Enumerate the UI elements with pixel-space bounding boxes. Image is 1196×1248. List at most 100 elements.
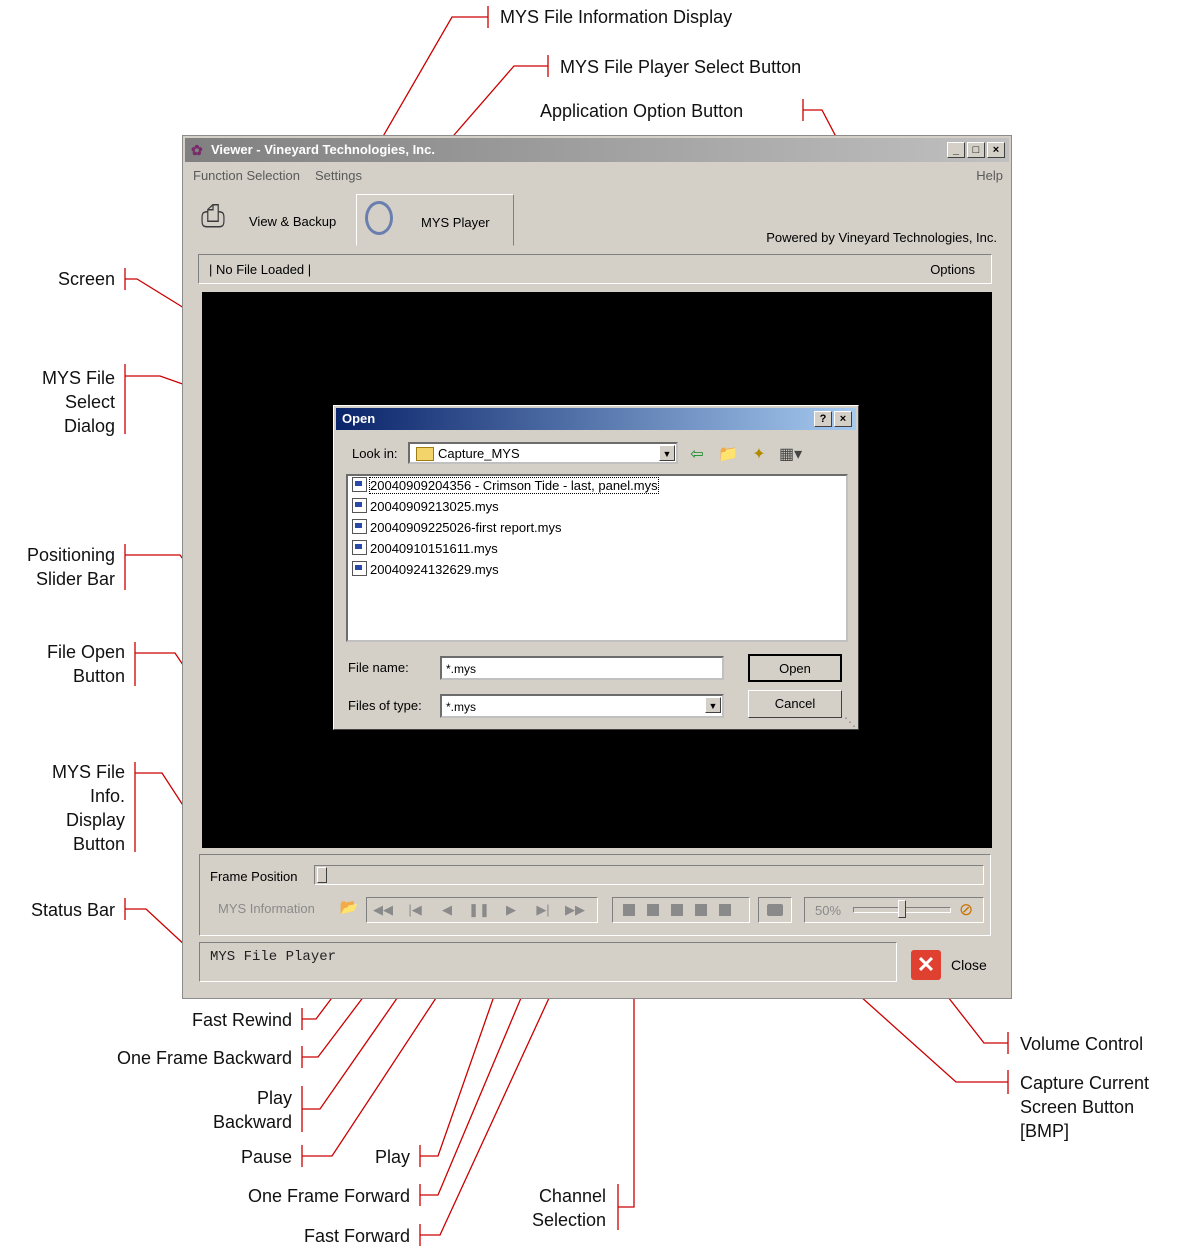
dialog-help-button[interactable]: ? [814, 411, 832, 427]
annotation-capture-line3: [BMP] [1020, 1121, 1070, 1141]
close-button[interactable]: ✕ [911, 950, 941, 980]
back-arrow-icon[interactable]: ⇦ [686, 444, 708, 464]
printer-icon: ⎙ [201, 200, 225, 233]
one-frame-forward-button[interactable]: ▶| [527, 899, 559, 921]
channel-3-button[interactable] [671, 904, 683, 916]
dialog-close-button[interactable]: × [834, 411, 852, 427]
playback-controls: ◀◀ |◀ ◀ ❚❚ ▶ ▶| ▶▶ [366, 897, 598, 923]
capture-button[interactable] [758, 897, 792, 923]
menu-settings[interactable]: Settings [315, 168, 362, 183]
annotation-channel-line2: Selection [531, 1210, 606, 1230]
play-backward-icon: ◀ [442, 902, 452, 917]
annotation-dialog: MYS File Select Dialog [20, 366, 115, 438]
menu-help[interactable]: Help [976, 168, 1003, 183]
look-in-combo[interactable]: Capture_MYS ▼ [408, 442, 678, 464]
tab-view-backup[interactable]: ⎙ View & Backup [197, 196, 357, 244]
view-menu-icon[interactable]: ▦▾ [779, 444, 802, 464]
list-item[interactable]: 20040910151611.mys [352, 539, 498, 559]
file-open-button[interactable]: 📂 [338, 897, 360, 919]
disc-icon [365, 201, 393, 235]
menu-function-selection[interactable]: Function Selection [193, 168, 300, 183]
file-name: 20040909225026-first report.mys [370, 520, 562, 535]
play-button[interactable]: ▶ [495, 899, 527, 921]
folder-icon [416, 447, 434, 461]
list-item[interactable]: 20040909225026-first report.mys [352, 518, 562, 538]
tab-view-backup-label: View & Backup [249, 214, 337, 229]
annotation-play-back-line1: Play [256, 1088, 292, 1108]
frame-position-slider[interactable] [314, 865, 984, 885]
file-info-text: | No File Loaded | [209, 262, 312, 277]
mys-information-button[interactable]: MYS Information [218, 901, 315, 916]
new-folder-icon[interactable]: ✦ [748, 444, 770, 464]
up-folder-icon[interactable]: 📁 [717, 444, 739, 464]
list-item[interactable]: 20040924132629.mys [352, 560, 499, 580]
frame-position-thumb[interactable] [317, 867, 327, 883]
annotation-slider-line1: Positioning [26, 545, 115, 565]
fast-rewind-button[interactable]: ◀◀ [367, 899, 399, 921]
close-x-icon: ✕ [916, 952, 936, 977]
mys-file-icon [352, 498, 367, 513]
status-text: MYS File Player [210, 949, 337, 965]
file-name: 20040909213025.mys [370, 499, 499, 514]
step-back-icon: |◀ [408, 902, 422, 917]
frame-position-label: Frame Position [210, 869, 298, 884]
annotation-infobtn-line4: Button [72, 834, 125, 854]
resize-grip-icon[interactable]: ⋱ [844, 715, 856, 729]
annotation-channel-line1: Channel [538, 1186, 606, 1206]
channel-4-button[interactable] [695, 904, 707, 916]
file-name-label: File name: [348, 660, 409, 675]
window-title: Viewer - Vineyard Technologies, Inc. [211, 142, 435, 157]
open-button[interactable]: Open [748, 654, 842, 682]
tab-mys-player[interactable]: MYS Player [356, 194, 514, 246]
annotation-slider-line2: Slider Bar [35, 569, 115, 589]
dialog-title: Open [342, 411, 376, 426]
title-bar[interactable]: ✿ Viewer - Vineyard Technologies, Inc. _… [185, 138, 1009, 162]
maximize-button[interactable]: □ [967, 142, 985, 158]
close-window-button[interactable]: × [987, 142, 1005, 158]
mys-file-icon [352, 540, 367, 555]
annotation-capture: Capture Current Screen Button [BMP] [1020, 1071, 1149, 1143]
channel-5-button[interactable] [719, 904, 731, 916]
annotation-dialog-line3: Dialog [63, 416, 115, 436]
dialog-title-bar[interactable]: Open ? × [336, 408, 856, 430]
chevron-down-icon[interactable]: ▼ [659, 445, 675, 461]
channel-2-button[interactable] [647, 904, 659, 916]
channel-1-button[interactable] [623, 904, 635, 916]
file-type-select[interactable]: *.mys ▼ [440, 694, 724, 718]
list-item[interactable]: 20040909204356 - Crimson Tide - last, pa… [352, 476, 659, 496]
annotation-player-select: MYS File Player Select Button [560, 57, 802, 77]
cancel-button[interactable]: Cancel [748, 690, 842, 718]
annotation-app-option: Application Option Button [540, 101, 744, 121]
menu-bar: Function Selection Settings Help [191, 166, 1003, 186]
annotation-pause: Pause [240, 1147, 292, 1167]
one-frame-back-button[interactable]: |◀ [399, 899, 431, 921]
annotation-one-frame-back: One Frame Backward [116, 1048, 292, 1068]
annotation-info-display: MYS File Information Display [500, 7, 733, 27]
annotation-dialog-line2: Select [64, 392, 115, 412]
options-button[interactable]: Options [930, 262, 975, 277]
file-type-value: *.mys [446, 700, 476, 714]
file-type-label: Files of type: [348, 698, 422, 713]
folder-open-icon: 📂 [339, 899, 359, 916]
annotation-fast-fwd: Fast Forward [303, 1226, 410, 1246]
chevron-down-icon[interactable]: ▼ [705, 697, 721, 713]
mute-icon[interactable]: ⊘ [959, 900, 973, 920]
annotation-infobtn-line1: MYS File [51, 762, 125, 782]
volume-thumb[interactable] [898, 900, 907, 918]
list-item[interactable]: 20040909213025.mys [352, 497, 499, 517]
annotation-channel: Channel Selection [480, 1184, 606, 1232]
channel-selection [612, 897, 750, 923]
dialog-toolbar: ⇦ 📁 ✦ ▦▾ [686, 444, 802, 464]
open-file-dialog: Open ? × Look in: Capture_MYS ▼ ⇦ 📁 ✦ ▦▾… [333, 405, 859, 730]
file-name-field[interactable]: *.mys [440, 656, 724, 680]
powered-by: Powered by Vineyard Technologies, Inc. [766, 230, 997, 245]
file-name: 20040909204356 - Crimson Tide - last, pa… [369, 477, 659, 494]
annotation-dialog-line1: MYS File [41, 368, 115, 388]
annotation-screen: Screen [57, 269, 115, 289]
pause-button[interactable]: ❚❚ [463, 899, 495, 921]
minimize-button[interactable]: _ [947, 142, 965, 158]
play-backward-button[interactable]: ◀ [431, 899, 463, 921]
annotation-capture-line2: Screen Button [1020, 1097, 1135, 1117]
fast-forward-button[interactable]: ▶▶ [559, 899, 591, 921]
volume-slider[interactable] [853, 900, 952, 918]
